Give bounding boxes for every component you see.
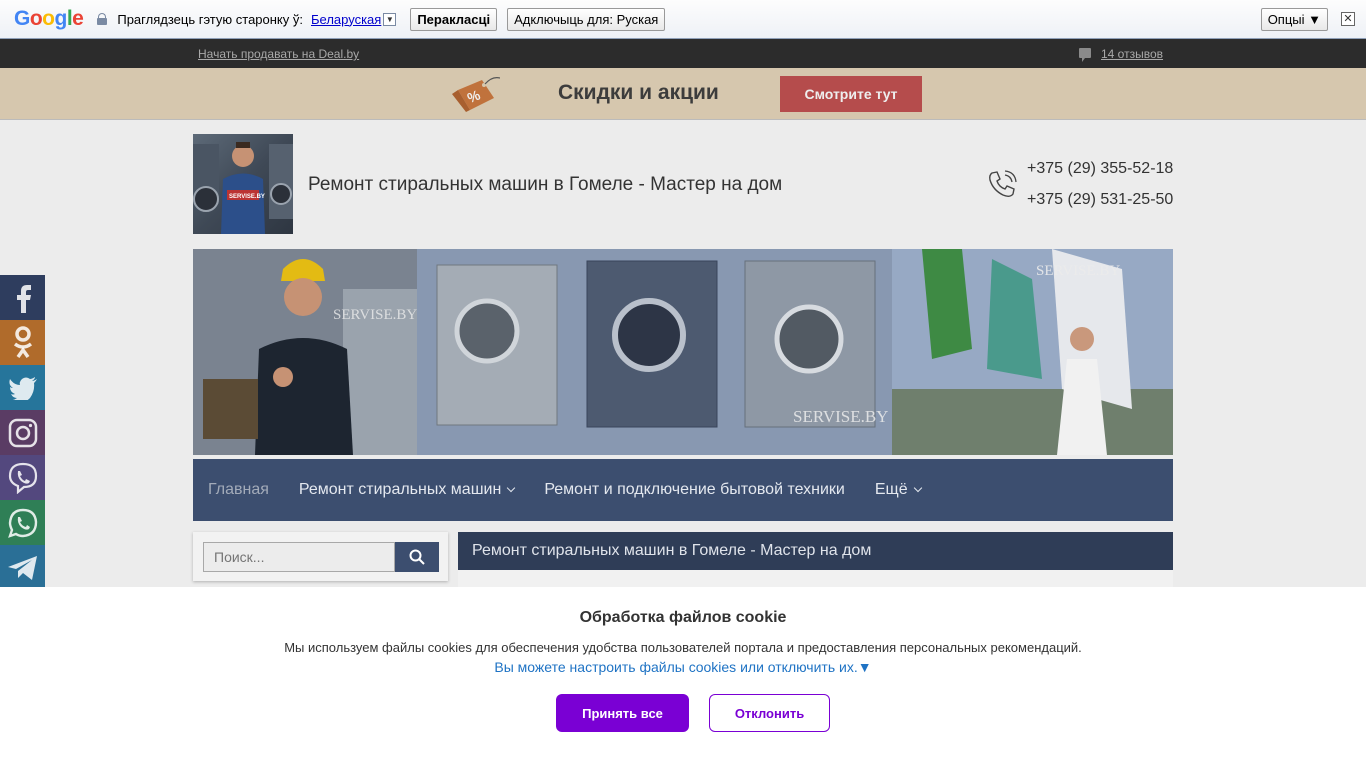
washing-machines-illustration: SERVISE.BY [417, 249, 892, 455]
washing-machines-photo: SERVISE.BY [417, 249, 892, 455]
options-button[interactable]: Опцыі ▼ [1260, 8, 1328, 31]
main-nav: Главная Ремонт стиральных машин Ремонт и… [193, 459, 1173, 521]
laundry-photo: SERVISE.BY [892, 249, 1173, 455]
phone-number-1[interactable]: +375 (29) 355-52-18 [1027, 160, 1173, 178]
content-heading: Ремонт стиральных машин в Гомеле - Масте… [458, 532, 1173, 570]
repairman-illustration: SERVISE.BY [193, 249, 417, 455]
translate-button[interactable]: Перакласці [410, 7, 498, 31]
search-button[interactable] [395, 542, 439, 572]
repairman-logo-image: SERVISE.BY [193, 142, 293, 234]
cookie-consent-panel: Обработка файлов cookie Мы используем фа… [0, 587, 1366, 768]
nav-item-appliance-repair[interactable]: Ремонт и подключение бытовой техники [529, 481, 860, 499]
start-selling-link[interactable]: Начать продавать на Deal.by [198, 47, 359, 61]
viber-icon[interactable] [0, 455, 45, 500]
language-select[interactable]: Беларуская [311, 12, 381, 27]
repairman-photo: SERVISE.BY [193, 249, 417, 455]
laundry-illustration: SERVISE.BY [892, 249, 1173, 455]
disable-translate-button[interactable]: Адключыць для: Руская [507, 7, 666, 31]
search-icon [409, 549, 425, 565]
whatsapp-icon[interactable] [0, 500, 45, 545]
site-logo[interactable]: SERVISE.BY [193, 134, 293, 234]
search-input[interactable] [203, 542, 395, 572]
chevron-down-icon [507, 483, 516, 493]
twitter-icon[interactable] [0, 365, 45, 410]
instagram-icon[interactable] [0, 410, 45, 455]
site-title: Ремонт стиральных машин в Гомеле - Масте… [308, 174, 783, 195]
chevron-down-icon[interactable]: ▼ [383, 12, 397, 26]
facebook-icon[interactable] [0, 275, 45, 320]
translate-prompt: Праглядзець гэтую старонку ў: [117, 11, 303, 27]
search-panel [193, 532, 448, 581]
hero-watermark-1: SERVISE.BY [333, 307, 417, 323]
social-sidebar [0, 275, 45, 590]
hero-banner: SERVISE.BY SERVISE.BY SERVISE.BY [193, 249, 1173, 455]
promo-title: Скидки и акции [558, 81, 719, 104]
top-strip: Начать продавать на Deal.by 14 отзывов [0, 39, 1366, 68]
discount-tag-icon: % [452, 77, 500, 112]
phone-number-2[interactable]: +375 (29) 531-25-50 [1027, 191, 1173, 209]
cookie-text: Мы используем файлы cookies для обеспече… [284, 640, 1082, 655]
accept-all-button[interactable]: Принять все [556, 694, 689, 732]
nav-item-washing-repair[interactable]: Ремонт стиральных машин [284, 481, 529, 499]
cookie-settings-link[interactable]: Вы можете настроить файлы cookies или от… [0, 659, 1366, 675]
telegram-icon[interactable] [0, 545, 45, 590]
promo-cta-button[interactable]: Смотрите тут [780, 76, 922, 112]
odnoklassniki-icon[interactable] [0, 320, 45, 365]
google-logo: Google [14, 7, 84, 30]
logo-watermark: SERVISE.BY [229, 194, 265, 200]
reviews-link[interactable]: 14 отзывов [1101, 47, 1163, 61]
phone-icon [989, 170, 1017, 197]
nav-item-more[interactable]: Ещё [860, 481, 936, 499]
google-translate-bar: Google Праглядзець гэтую старонку ў: Бел… [0, 0, 1366, 39]
nav-item-home[interactable]: Главная [193, 481, 284, 499]
hero-watermark-3: SERVISE.BY [1036, 263, 1120, 279]
cookie-title: Обработка файлов cookie [579, 609, 787, 626]
chevron-down-icon [913, 483, 922, 493]
close-icon[interactable]: ✕ [1341, 12, 1355, 26]
hero-watermark-2: SERVISE.BY [793, 407, 888, 426]
comment-icon [1079, 48, 1091, 62]
lock-icon [97, 13, 108, 25]
decline-button[interactable]: Отклонить [709, 694, 830, 732]
promo-banner[interactable]: % Скидки и акции Смотрите тут [0, 68, 1366, 120]
